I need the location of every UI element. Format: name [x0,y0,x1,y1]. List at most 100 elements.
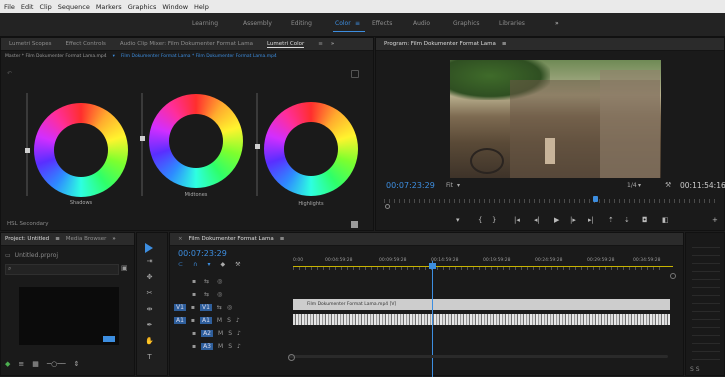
timeline-wrench-icon[interactable]: ⚒ [235,261,240,268]
midtones-color-wheel[interactable] [149,94,243,188]
track-sync-icon[interactable]: ⇆ [204,278,209,285]
ripple-edit-tool-icon[interactable]: ✥ [145,273,154,282]
track-lock-icon[interactable]: ▪ [192,343,196,350]
workspace-color[interactable]: Color [335,20,351,27]
menu-help[interactable]: Help [194,3,209,11]
menu-edit[interactable]: Edit [21,3,34,11]
timeline-scrollbar[interactable] [288,355,668,358]
timeline-close-icon[interactable]: × [178,236,183,242]
work-area-bar[interactable] [293,266,673,267]
timeline-playhead[interactable] [432,261,433,377]
program-scrub-ruler[interactable] [384,199,718,203]
track-header-v1[interactable]: V1 ▪ V1 ⇆ ◎ [174,301,288,313]
midtones-slider[interactable] [141,93,143,196]
mark-in-icon[interactable]: { [478,216,482,224]
video-clip[interactable]: Film Dokumenter Format Lama.mp4 [V] [293,299,670,310]
lumetri-dropdown-icon[interactable]: ▾ [113,54,115,59]
workspace-editing[interactable]: Editing [291,20,312,27]
timeline-playhead-handle[interactable] [429,263,436,269]
tab-project[interactable]: Project: Untitled [5,236,49,242]
panel-menu-icon[interactable]: ≡ [318,41,323,47]
new-bin-icon[interactable]: ▣ [121,264,128,272]
track-mute-icon[interactable]: M [218,330,223,337]
pen-tool-icon[interactable]: ✒ [145,321,154,330]
shadows-slider[interactable] [26,93,28,196]
lumetri-clip-path-label[interactable]: Film Dokumenter Format Lama * Film Dokum… [121,54,277,59]
compare-icon[interactable]: ◧ [662,216,669,224]
workspace-assembly[interactable]: Assembly [243,20,272,27]
midtones-slider-knob[interactable] [140,136,145,141]
program-fit-dropdown-icon[interactable]: ▾ [457,182,460,189]
program-title[interactable]: Program: Film Dokumenter Format Lama [384,41,496,47]
track-label-v1[interactable]: V1 [200,303,212,311]
hand-tool-icon[interactable]: ✋ [145,337,154,346]
slip-tool-icon[interactable]: ⇹ [145,305,154,314]
selection-tool-icon[interactable] [145,243,153,253]
track-lock-icon[interactable]: ▪ [192,330,196,337]
track-lock-icon[interactable]: ▪ [191,304,195,311]
mark-out-icon[interactable]: } [492,216,496,224]
program-menu-icon[interactable]: ≡ [502,41,507,47]
menu-file[interactable]: File [4,3,15,11]
workspace-learning[interactable]: Learning [192,20,218,27]
track-output-icon[interactable]: ◎ [217,278,222,285]
button-editor-plus-icon[interactable]: + [712,216,718,224]
workspace-graphics[interactable]: Graphics [453,20,480,27]
workspace-effects[interactable]: Effects [372,20,392,27]
track-output-icon[interactable]: ◎ [227,304,232,311]
track-header-a2[interactable]: ▪ A2 M S ♪ [192,327,288,339]
step-back-icon[interactable]: ◂| [534,216,540,224]
tab-lumetri-color[interactable]: Lumetri Color [266,41,305,48]
menu-sequence[interactable]: Sequence [58,3,90,11]
program-playhead[interactable] [593,196,598,202]
track-mic-icon[interactable]: ♪ [237,343,241,350]
shadows-slider-knob[interactable] [25,148,30,153]
audio-clip-waveform[interactable] [293,314,670,325]
track-label-a1[interactable]: A1 [200,316,212,324]
zoom-slider-icon[interactable]: ─○── [47,360,66,368]
track-header-a1[interactable]: A1 ▪ A1 M S ♪ [174,314,288,326]
timeline-vscroll-handle[interactable] [670,273,676,279]
tab-audio-clip-mixer[interactable]: Audio Clip Mixer: Film Dokumenter Format… [120,41,253,47]
export-frame-icon[interactable]: ◘ [642,216,648,224]
go-to-in-icon[interactable]: |◂ [514,216,520,224]
linked-select-icon[interactable]: ∩ [193,261,197,268]
extract-icon[interactable]: ⇣ [624,216,630,224]
tabs-more-icon[interactable]: » [331,41,334,47]
project-tabs-more-icon[interactable]: » [112,236,115,242]
workspace-audio[interactable]: Audio [413,20,430,27]
track-lock-icon[interactable]: ▪ [192,278,196,285]
icon-view-icon[interactable]: ▦ [32,360,39,368]
menu-clip[interactable]: Clip [39,3,51,11]
track-header-v2[interactable]: ▪ ⇆ ◎ [192,288,288,300]
track-mic-icon[interactable]: ♪ [237,330,241,337]
tab-effect-controls[interactable]: Effect Controls [66,41,106,47]
project-menu-icon[interactable]: ≡ [55,236,60,242]
track-mute-icon[interactable]: M [218,343,223,350]
go-to-out-icon[interactable]: ▸| [588,216,594,224]
program-quality-select[interactable]: 1/4 [627,182,637,189]
list-view-icon[interactable]: ≡ [18,360,24,368]
menu-markers[interactable]: Markers [96,3,122,11]
timeline-ruler[interactable]: 0:00 00:04:59:28 00:09:59:28 00:14:59:28… [293,255,673,271]
reset-arrow-icon[interactable]: ↶ [7,70,12,77]
workspace-menu-icon[interactable]: ≡ [355,20,360,27]
track-lock-icon[interactable]: ▪ [191,317,195,324]
program-fit-select[interactable]: Fit [446,182,453,189]
track-sync-icon[interactable]: ⇆ [217,304,222,311]
hsl-secondary-header[interactable]: HSL Secondary [7,221,49,227]
timeline-zoom-handle[interactable] [288,354,295,361]
highlights-slider-knob[interactable] [255,144,260,149]
track-header-v3[interactable]: ▪ ⇆ ◎ [192,275,288,287]
lock-icon[interactable]: ◆ [5,360,10,368]
track-header-a3[interactable]: ▪ A3 M S ♪ [192,340,288,352]
track-label-a3[interactable]: A3 [201,342,213,350]
program-quality-dropdown-icon[interactable]: ▾ [638,182,641,189]
hsl-secondary-checkbox[interactable] [351,221,358,228]
menu-graphics[interactable]: Graphics [128,3,157,11]
lumetri-master-path[interactable]: Master * Film Dokumenter Format Lama.mp4 [5,54,107,59]
sort-icon[interactable]: ⇕ [74,360,80,368]
snap-icon[interactable]: ⊂ [178,261,183,268]
track-solo-icon[interactable]: S [227,317,231,324]
project-file-name[interactable]: Untitled.prproj [15,252,58,259]
